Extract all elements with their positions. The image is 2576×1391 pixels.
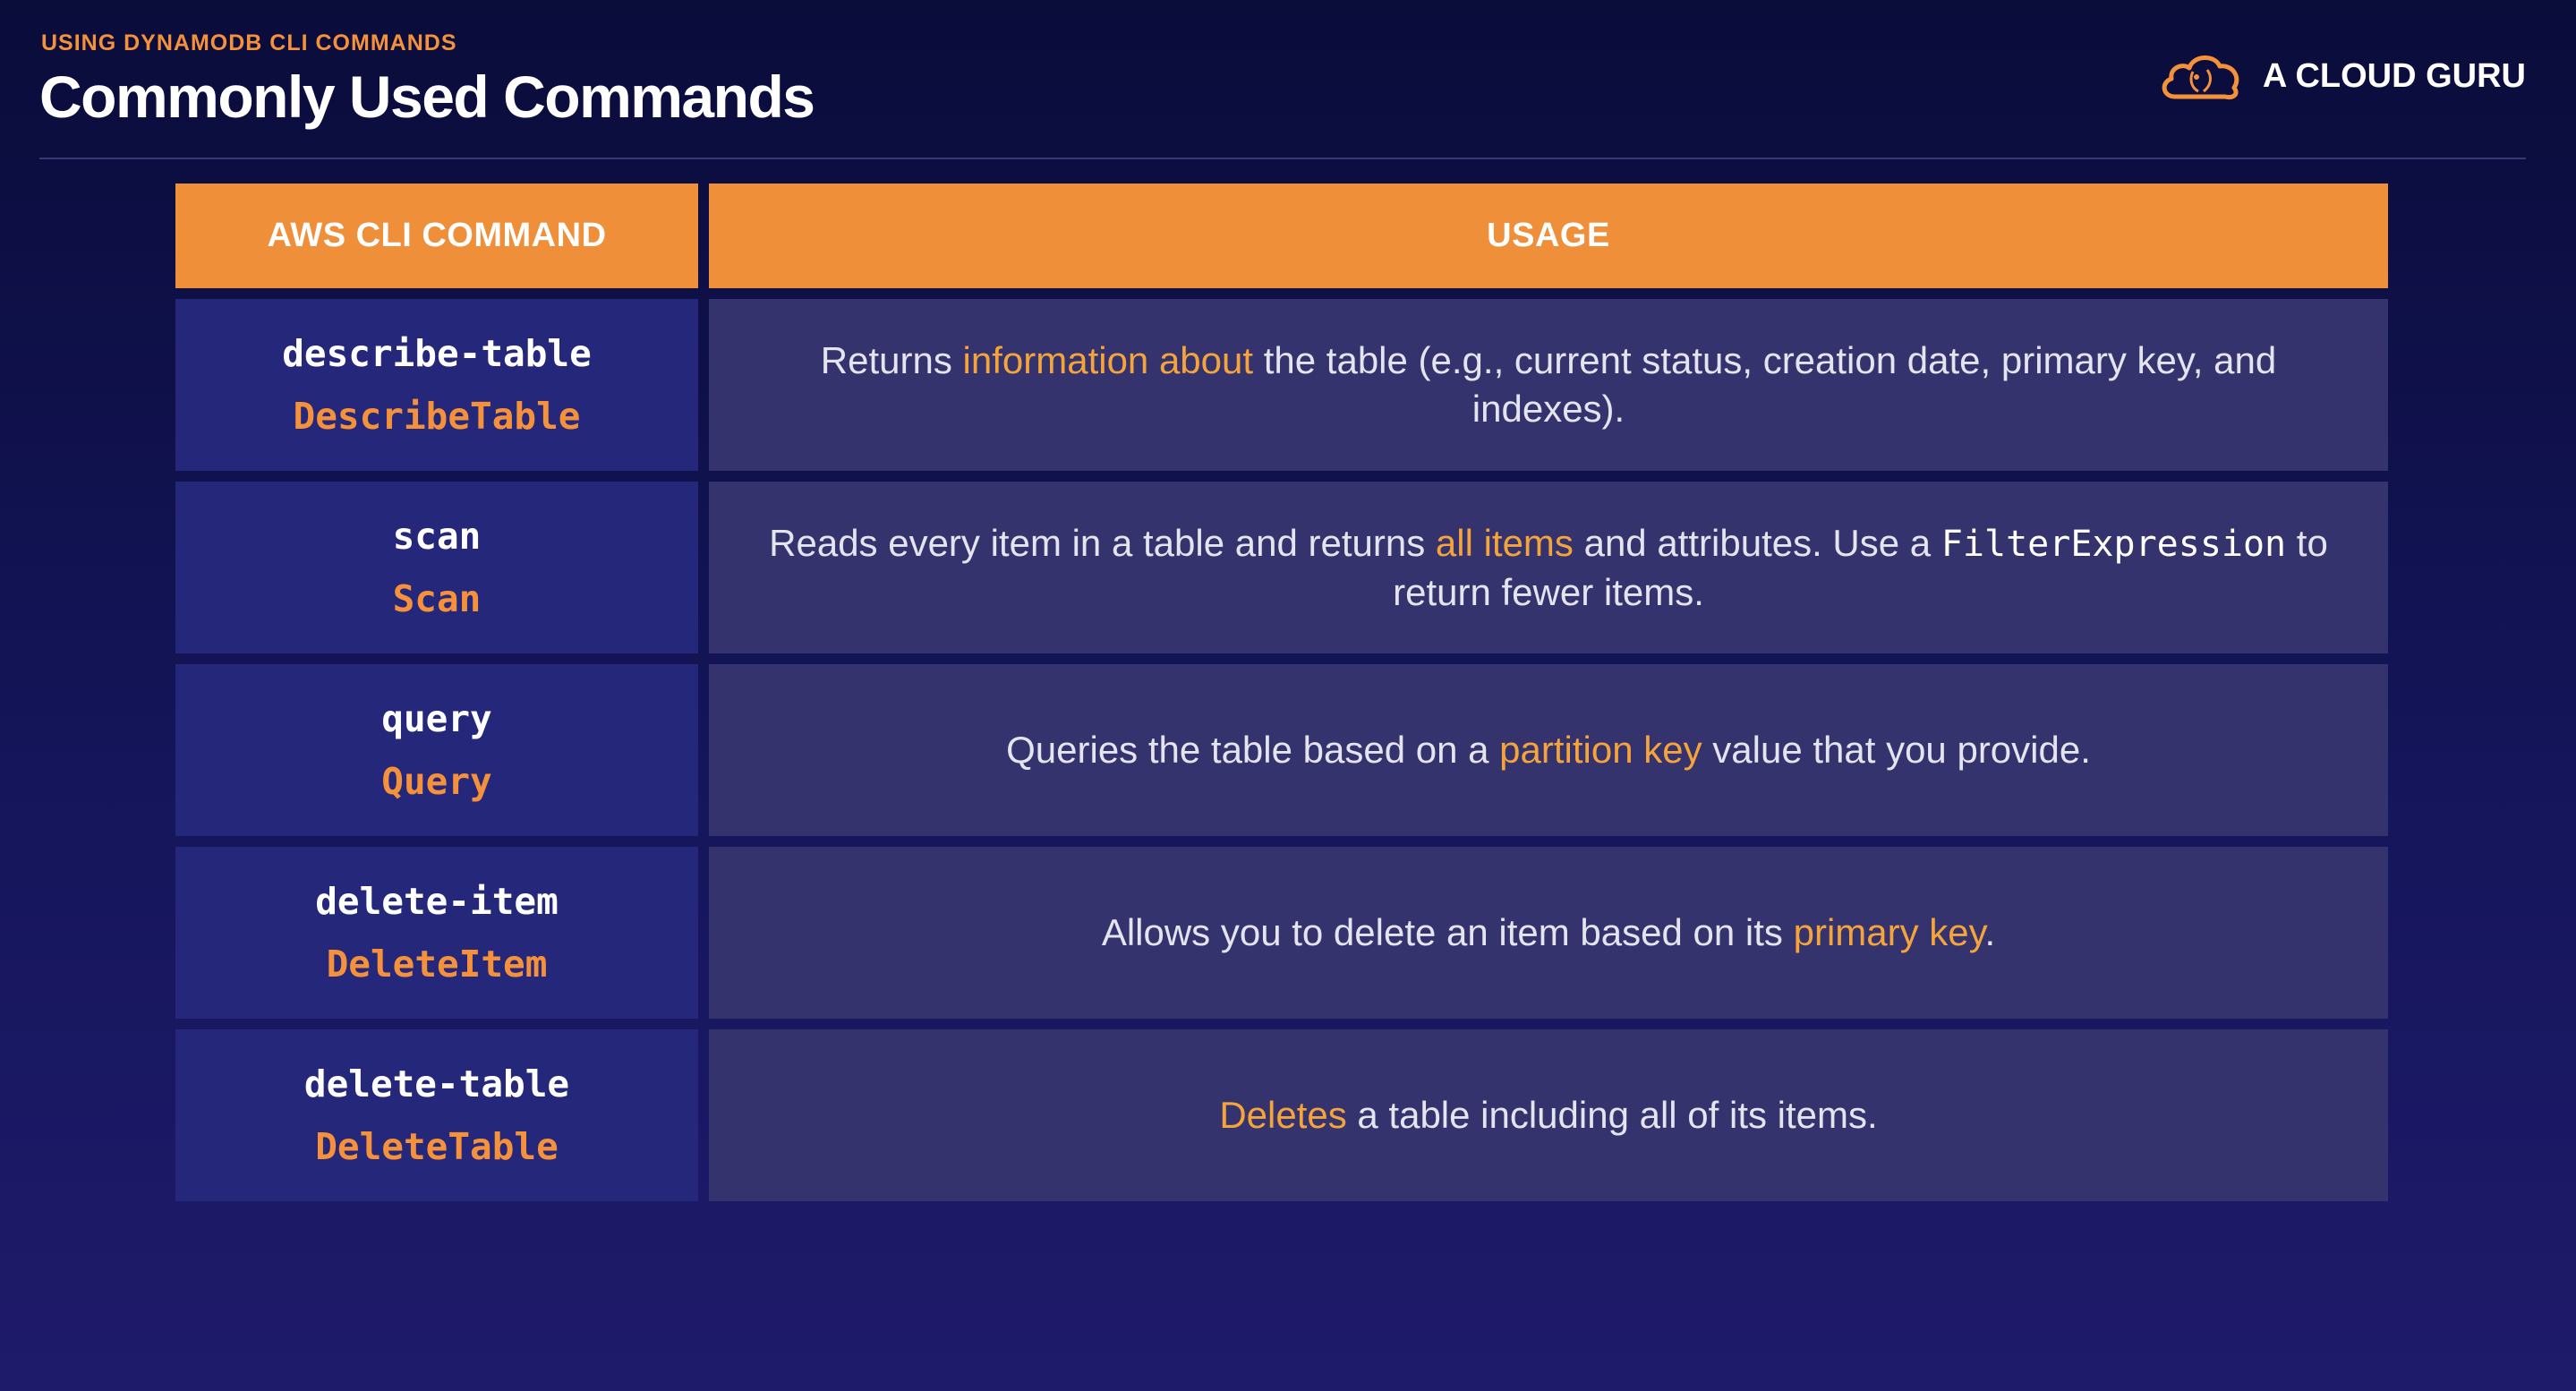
table-row: query Query Queries the table based on a p… — [175, 664, 2388, 836]
usage-segment: a table including all of its items. — [1346, 1094, 1878, 1136]
cli-command-name: delete-table — [303, 1062, 570, 1105]
table-row: delete-item DeleteItem Allows you to delet… — [175, 847, 2388, 1019]
usage-cell: Reads every item in a table and returns … — [709, 482, 2388, 653]
cloud-logo-icon — [2162, 55, 2239, 99]
table-header-row: AWS CLI COMMAND USAGE — [175, 183, 2388, 288]
usage-text: Deletes a table including all of its ite… — [1219, 1091, 1877, 1139]
usage-cell: Queries the table based on a partition k… — [709, 664, 2388, 836]
usage-segment: Returns — [820, 339, 963, 381]
usage-cell: Deletes a table including all of its ite… — [709, 1029, 2388, 1201]
usage-text: Allows you to delete an item based on it… — [1102, 909, 1995, 957]
usage-segment: the table (e.g., current status, creatio… — [1253, 339, 2277, 430]
cli-command-name: delete-item — [315, 880, 559, 923]
column-header-usage: USAGE — [709, 183, 2388, 288]
usage-highlight: Deletes — [1219, 1094, 1347, 1136]
column-header-command: AWS CLI COMMAND — [175, 183, 698, 288]
command-cell: delete-item DeleteItem — [175, 847, 698, 1019]
api-action-name: DeleteItem — [326, 943, 548, 986]
cli-command-name: describe-table — [282, 332, 592, 375]
table-row: describe-table DescribeTable Returns infor… — [175, 299, 2388, 471]
usage-highlight: partition key — [1499, 729, 1702, 771]
usage-cell: Allows you to delete an item based on it… — [709, 847, 2388, 1019]
usage-segment: . — [1984, 911, 1996, 953]
commands-table: AWS CLI COMMAND USAGE describe-table Desc… — [175, 183, 2388, 1212]
brand-logo: A CLOUD GURU — [2157, 47, 2526, 106]
usage-highlight: primary key — [1793, 911, 1985, 953]
command-cell: delete-table DeleteTable — [175, 1029, 698, 1201]
brand-name: A CLOUD GURU — [2262, 56, 2526, 95]
usage-segment: Allows you to delete an item based on it… — [1101, 911, 1794, 953]
usage-code: FilterExpression — [1941, 523, 2287, 565]
usage-segment: Reads every item in a table and returns — [769, 521, 1436, 564]
usage-highlight: all items — [1435, 521, 1574, 564]
usage-segment: and attributes. Use a — [1573, 521, 1941, 564]
api-action-name: Query — [381, 760, 492, 803]
command-cell: query Query — [175, 664, 698, 836]
slide-subtitle: USING DYNAMODB CLI COMMANDS — [41, 30, 457, 55]
table-row: scan Scan Reads every item in a table and … — [175, 482, 2388, 653]
usage-highlight: information about — [962, 339, 1254, 381]
command-cell: describe-table DescribeTable — [175, 299, 698, 471]
usage-text: Returns information about the table (e.g… — [759, 337, 2338, 433]
cli-command-name: query — [381, 697, 492, 740]
cli-command-name: scan — [392, 515, 482, 558]
usage-segment: Queries the table based on a — [1006, 729, 1500, 771]
usage-text: Reads every item in a table and returns … — [759, 519, 2338, 617]
api-action-name: DescribeTable — [293, 395, 581, 438]
usage-text: Queries the table based on a partition k… — [1006, 726, 2091, 774]
header-divider — [39, 158, 2526, 159]
usage-segment: value that you provide. — [1702, 729, 2091, 771]
api-action-name: DeleteTable — [315, 1125, 559, 1168]
slide-title: Commonly Used Commands — [39, 64, 815, 130]
usage-cell: Returns information about the table (e.g… — [709, 299, 2388, 471]
api-action-name: Scan — [392, 577, 482, 620]
table-row: delete-table DeleteTable Deletes a table i… — [175, 1029, 2388, 1201]
command-cell: scan Scan — [175, 482, 698, 653]
table-body: describe-table DescribeTable Returns infor… — [175, 299, 2388, 1201]
